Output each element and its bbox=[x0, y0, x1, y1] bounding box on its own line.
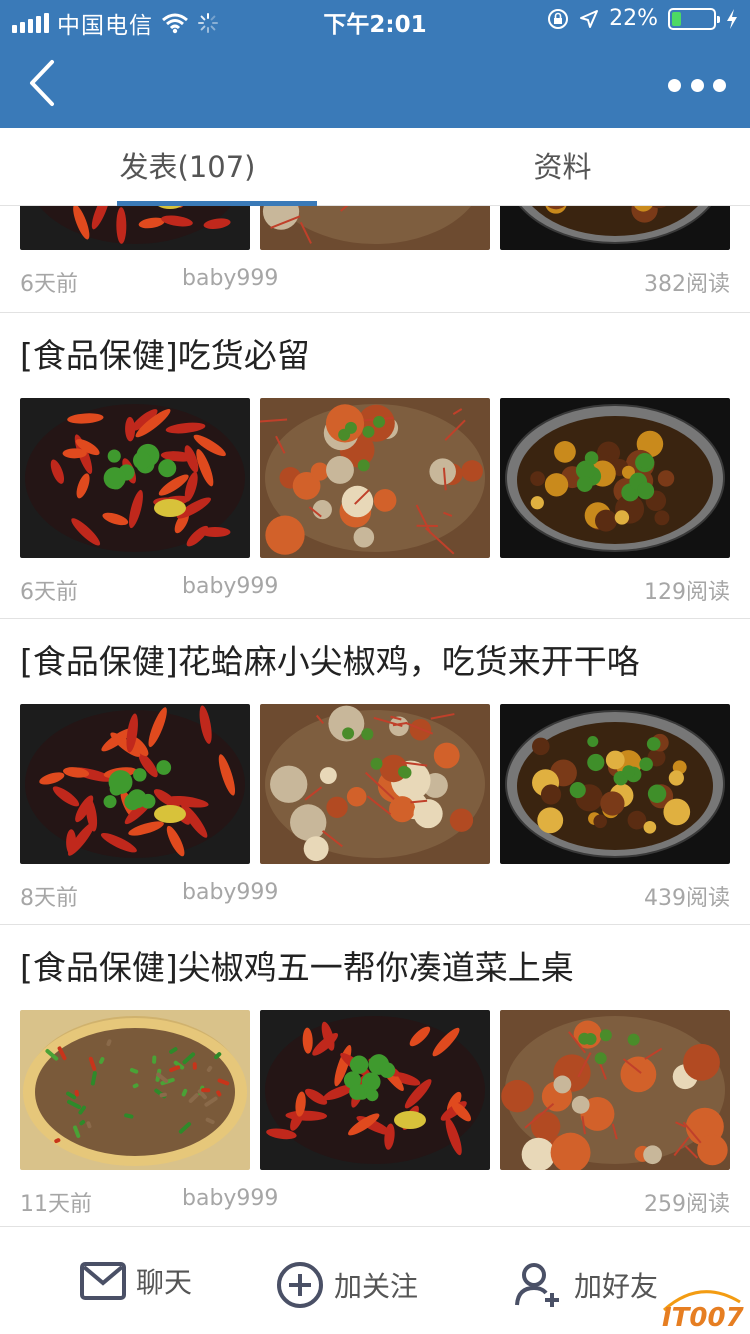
post-date: 6天前 bbox=[20, 272, 78, 297]
post-title[interactable]: [食品保健]花蛤麻小尖椒鸡，吃货来开干咯 bbox=[20, 619, 730, 704]
tab-profile[interactable]: 资料 bbox=[375, 128, 750, 205]
bottom-action-bar: 聊天 加关注 加好友 IT007 bbox=[0, 1226, 750, 1334]
post-thumbnail[interactable] bbox=[500, 704, 730, 864]
post-thumbnail[interactable] bbox=[20, 704, 250, 864]
post-title[interactable]: [食品保健]吃货必留 bbox=[20, 313, 730, 398]
crawfish-photo bbox=[260, 1010, 490, 1170]
status-bar: 中国电信 下午2:01 22% bbox=[0, 0, 750, 40]
crawfish-photo bbox=[20, 206, 250, 250]
post-author: baby999 bbox=[182, 266, 279, 291]
post-feed: 6天前 baby999 382阅读 [食品保健]吃货必留 6天前 baby999… bbox=[0, 206, 750, 1226]
battery-percent: 22% bbox=[609, 6, 658, 31]
add-friend-label: 加好友 bbox=[574, 1270, 659, 1303]
pot-photo bbox=[500, 206, 730, 250]
post-author: baby999 bbox=[182, 574, 279, 599]
post-thumbnail[interactable] bbox=[260, 398, 490, 558]
more-button[interactable] bbox=[668, 74, 726, 96]
more-dots-icon bbox=[668, 78, 681, 92]
crab-photo bbox=[260, 206, 490, 250]
post-author: baby999 bbox=[182, 1186, 279, 1211]
post-date: 8天前 bbox=[20, 886, 78, 911]
location-icon bbox=[580, 9, 599, 28]
add-user-icon bbox=[515, 1263, 559, 1307]
orientation-lock-icon bbox=[548, 8, 569, 29]
battery-icon bbox=[668, 7, 720, 30]
pot-photo bbox=[500, 398, 730, 558]
post-thumbnail[interactable] bbox=[20, 1010, 250, 1170]
pot-photo bbox=[500, 704, 730, 864]
mail-icon bbox=[80, 1262, 126, 1300]
post-thumbnail[interactable] bbox=[20, 398, 250, 558]
crab-photo bbox=[500, 1010, 730, 1170]
it007-logo: IT007 bbox=[662, 1290, 744, 1332]
chicken-photo bbox=[20, 1010, 250, 1170]
post-item[interactable]: [食品保健]尖椒鸡五一帮你凑道菜上桌 11天前 baby999 259阅读 bbox=[0, 925, 750, 1226]
top-bar: 中国电信 下午2:01 22% bbox=[0, 0, 750, 128]
plus-circle-icon bbox=[277, 1262, 323, 1308]
post-date: 11天前 bbox=[20, 1192, 92, 1217]
chat-label: 聊天 bbox=[136, 1266, 193, 1299]
post-read-count: 129阅读 bbox=[644, 580, 730, 605]
chat-button[interactable]: 聊天 bbox=[80, 1261, 192, 1301]
crab-photo bbox=[260, 704, 490, 864]
post-thumbnail[interactable] bbox=[500, 206, 730, 250]
post-thumbnail[interactable] bbox=[260, 206, 490, 250]
post-read-count: 382阅读 bbox=[644, 272, 730, 297]
post-thumbnail[interactable] bbox=[260, 1010, 490, 1170]
post-thumbnail[interactable] bbox=[500, 398, 730, 558]
post-date: 6天前 bbox=[20, 580, 78, 605]
crawfish-photo bbox=[20, 704, 250, 864]
follow-button[interactable]: 加关注 bbox=[276, 1261, 418, 1309]
post-item[interactable]: [食品保健]花蛤麻小尖椒鸡，吃货来开干咯 8天前 baby999 439阅读 bbox=[0, 619, 750, 925]
chevron-left-icon bbox=[30, 60, 54, 106]
post-item[interactable]: [食品保健]吃货必留 6天前 baby999 129阅读 bbox=[0, 313, 750, 619]
post-item[interactable]: 6天前 baby999 382阅读 bbox=[0, 206, 750, 313]
tab-bar: 发表(107) 资料 bbox=[0, 128, 750, 206]
crawfish-photo bbox=[20, 398, 250, 558]
follow-label: 加关注 bbox=[334, 1270, 419, 1303]
charging-icon bbox=[727, 8, 737, 29]
post-author: baby999 bbox=[182, 880, 279, 905]
post-read-count: 259阅读 bbox=[644, 1192, 730, 1217]
post-read-count: 439阅读 bbox=[644, 886, 730, 911]
post-thumbnail[interactable] bbox=[500, 1010, 730, 1170]
post-title[interactable]: [食品保健]尖椒鸡五一帮你凑道菜上桌 bbox=[20, 925, 730, 1010]
post-thumbnail[interactable] bbox=[20, 206, 250, 250]
crab-photo bbox=[260, 398, 490, 558]
add-friend-button[interactable]: 加好友 bbox=[514, 1261, 658, 1309]
back-button[interactable] bbox=[26, 58, 66, 108]
svg-text:IT007: IT007 bbox=[662, 1303, 744, 1332]
post-thumbnail[interactable] bbox=[260, 704, 490, 864]
tab-posts[interactable]: 发表(107) bbox=[0, 128, 375, 206]
